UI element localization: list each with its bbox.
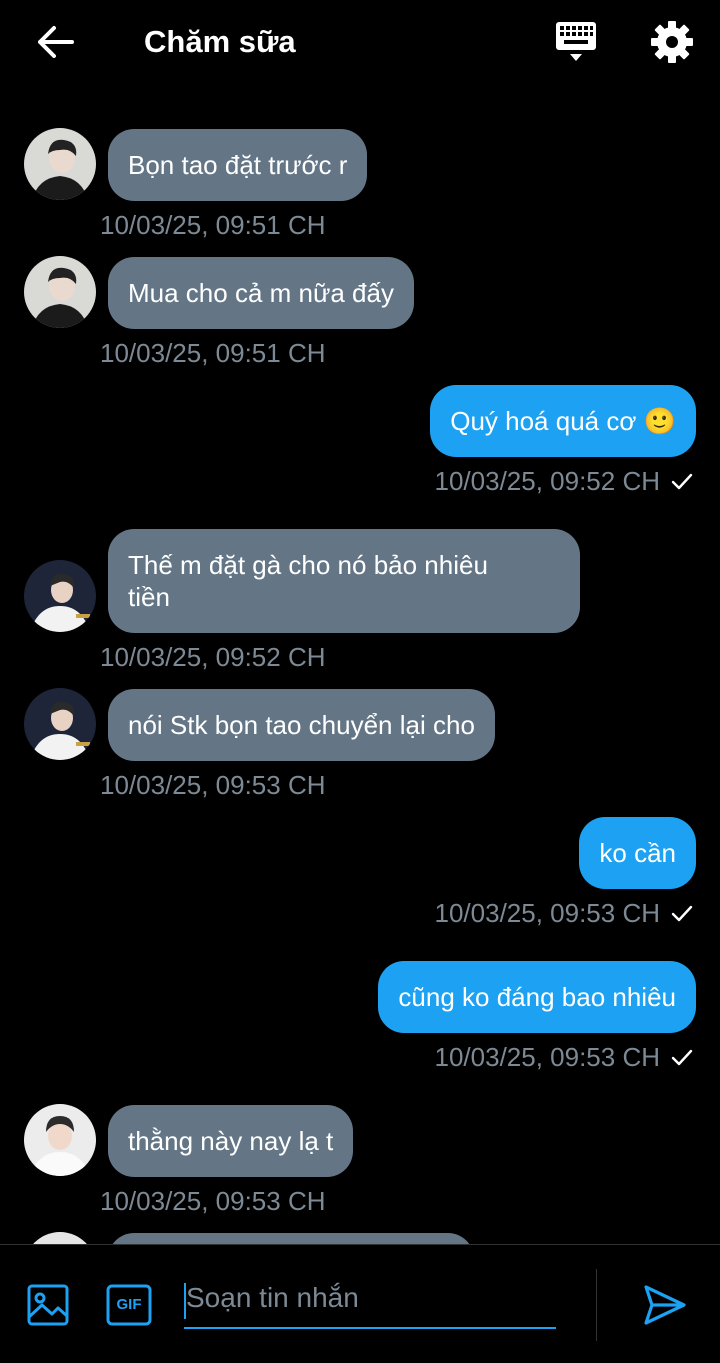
message-text: nói Stk bọn tao chuyển lại cho: [128, 710, 475, 740]
message-bubble-outgoing[interactable]: Quý hoá quá cơ 🙂: [430, 385, 696, 457]
image-icon: [27, 1284, 69, 1326]
read-check-icon: [671, 1049, 693, 1066]
settings-button[interactable]: [648, 18, 696, 66]
message-bubble-incoming[interactable]: nói Stk bọn tao chuyển lại cho: [108, 689, 495, 761]
message-text: Mua cho cả m nữa đấy: [128, 278, 394, 308]
message-timestamp: 10/03/25, 09:51 CH: [100, 338, 326, 368]
message-input[interactable]: [184, 1269, 556, 1329]
message-bubble-incoming[interactable]: Mua cho cả m nữa đấy: [108, 257, 414, 329]
avatar[interactable]: [24, 1232, 96, 1244]
message-timestamp: 10/03/25, 09:51 CH: [100, 210, 326, 240]
send-button[interactable]: [640, 1283, 688, 1327]
message-list[interactable]: Bọn tao đặt trước r 10/03/25, 09:51 CH M…: [0, 84, 720, 1244]
gif-button[interactable]: GIF: [106, 1283, 152, 1327]
message-bubble-incoming[interactable]: thằng này nay lạ t: [108, 1105, 354, 1177]
message-timestamp: 10/03/25, 09:53 CH: [100, 1186, 326, 1216]
message-text: Bọn tao đặt trước r: [128, 150, 348, 180]
divider: [596, 1269, 597, 1341]
message-timestamp: 10/03/25, 09:52 CH: [100, 642, 326, 672]
avatar[interactable]: [24, 256, 96, 328]
message-timestamp: 10/03/25, 09:52 CH: [434, 466, 661, 496]
gif-label: GIF: [116, 1296, 142, 1313]
message-bubble-incoming[interactable]: [108, 1233, 474, 1244]
keyboard-button[interactable]: [552, 20, 600, 64]
send-icon: [644, 1285, 686, 1325]
message-text: Quý hoá quá cơ 🙂: [450, 406, 676, 436]
message-bubble-incoming[interactable]: Bọn tao đặt trước r: [108, 129, 368, 201]
arrow-left-icon: [38, 26, 74, 58]
message-text-line: Thế m đặt gà cho nó bảo nhiêu: [128, 550, 488, 580]
message-bubble-incoming[interactable]: Thế m đặt gà cho nó bảo nhiêu tiền: [108, 529, 580, 633]
conversation-title: Chăm sữa: [144, 24, 296, 59]
top-bar: Chăm sữa: [0, 0, 720, 84]
keyboard-icon: [556, 22, 596, 61]
message-timestamp: 10/03/25, 09:53 CH: [100, 770, 326, 800]
read-check-icon: [671, 473, 693, 490]
avatar[interactable]: [24, 128, 96, 200]
gear-icon: [651, 21, 693, 63]
attach-image-button[interactable]: [26, 1283, 70, 1327]
text-cursor: [184, 1283, 186, 1319]
message-timestamp: 10/03/25, 09:53 CH: [434, 898, 661, 928]
avatar[interactable]: [24, 1104, 96, 1176]
avatar[interactable]: [24, 688, 96, 760]
composer-bar: GIF: [0, 1244, 720, 1363]
avatar[interactable]: [24, 560, 96, 632]
message-timestamp: 10/03/25, 09:53 CH: [434, 1042, 661, 1072]
message-text: cũng ko đáng bao nhiêu: [398, 982, 676, 1012]
back-button[interactable]: [34, 22, 78, 62]
message-bubble-outgoing[interactable]: cũng ko đáng bao nhiêu: [378, 961, 696, 1033]
message-text: ko cần: [599, 838, 676, 868]
read-check-icon: [671, 905, 693, 922]
message-text: thằng này nay lạ t: [128, 1126, 334, 1156]
message-bubble-outgoing[interactable]: ko cần: [579, 817, 696, 889]
message-text-line: tiền: [128, 582, 170, 612]
